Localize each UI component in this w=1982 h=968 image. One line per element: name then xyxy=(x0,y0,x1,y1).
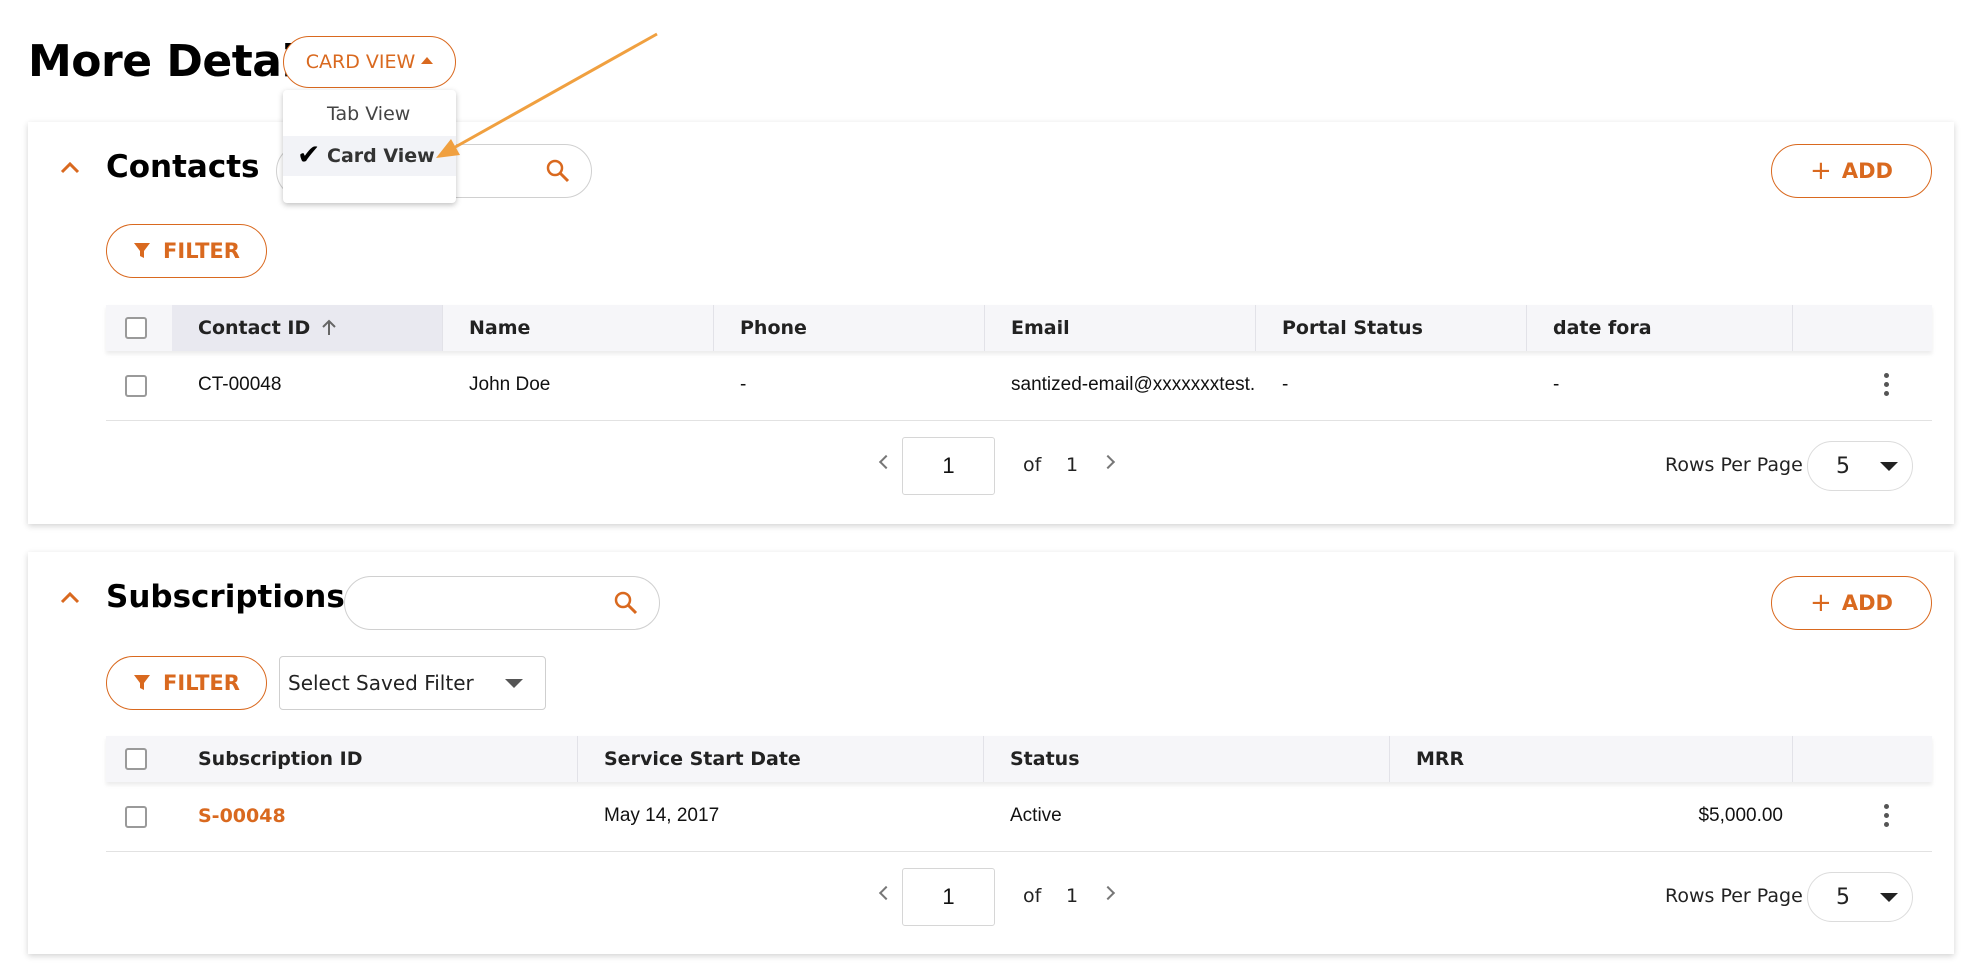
column-header-portal-status[interactable]: Portal Status xyxy=(1256,305,1527,351)
saved-filter-select[interactable]: Select Saved Filter xyxy=(279,656,546,710)
select-all-checkbox[interactable] xyxy=(125,748,147,770)
checkmark-icon: ✔ xyxy=(297,138,321,171)
column-header-date-fora[interactable]: date fora xyxy=(1527,305,1793,351)
column-header-email[interactable]: Email xyxy=(985,305,1256,351)
cell-mrr: $5,000.00 xyxy=(1698,805,1783,826)
cell-date-fora: - xyxy=(1553,374,1560,395)
contacts-filter-label: FILTER xyxy=(163,239,240,263)
view-toggle-label: CARD VIEW xyxy=(305,51,416,73)
table-row[interactable]: S-00048 May 14, 2017 Active $5,000.00 xyxy=(106,782,1932,852)
cell-status: Active xyxy=(1010,805,1062,826)
subscriptions-add-button[interactable]: + ADD xyxy=(1771,576,1932,630)
cell-contact-id: CT-00048 xyxy=(198,374,282,395)
contacts-add-label: ADD xyxy=(1841,159,1893,183)
column-header-status[interactable]: Status xyxy=(984,736,1390,782)
chevron-up-icon[interactable] xyxy=(58,156,82,180)
page-total: 1 xyxy=(1066,454,1079,476)
subscriptions-title: Subscriptions xyxy=(106,579,345,615)
cell-service-start-date: May 14, 2017 xyxy=(604,805,720,826)
subscriptions-table: Subscription ID Service Start Date Statu… xyxy=(106,736,1932,852)
column-header-subscription-id[interactable]: Subscription ID xyxy=(172,736,578,782)
row-checkbox[interactable] xyxy=(125,375,147,397)
subscriptions-add-label: ADD xyxy=(1841,591,1893,615)
cell-email: santized-email@xxxxxxxtest.com xyxy=(1011,374,1256,395)
select-all-checkbox[interactable] xyxy=(125,317,147,339)
table-row[interactable]: CT-00048 John Doe - santized-email@xxxxx… xyxy=(106,351,1932,421)
prev-page-icon[interactable] xyxy=(878,885,894,901)
search-icon[interactable] xyxy=(613,590,639,616)
contacts-table: Contact ID Name Phone Email Portal Statu… xyxy=(106,305,1932,421)
column-header-phone[interactable]: Phone xyxy=(714,305,985,351)
page-total: 1 xyxy=(1066,885,1079,907)
page-of-label: of xyxy=(1023,454,1042,476)
page-number-input[interactable]: 1 xyxy=(902,868,995,926)
view-dropdown-menu: Tab View ✔ Card View xyxy=(283,90,456,203)
contacts-pagination: 1 of 1 Rows Per Page 5 xyxy=(106,437,1932,497)
contacts-title: Contacts xyxy=(106,149,260,185)
contacts-filter-button[interactable]: FILTER xyxy=(106,224,267,278)
chevron-down-icon xyxy=(1880,462,1898,471)
column-header-mrr[interactable]: MRR xyxy=(1390,736,1793,782)
chevron-up-icon[interactable] xyxy=(58,586,82,610)
caret-up-icon xyxy=(421,57,434,64)
column-header-service-start-date[interactable]: Service Start Date xyxy=(578,736,984,782)
view-toggle-button[interactable]: CARD VIEW xyxy=(283,36,456,88)
column-header-contact-id[interactable]: Contact ID xyxy=(172,305,443,351)
page-of-label: of xyxy=(1023,885,1042,907)
rows-per-page-select[interactable]: 5 xyxy=(1807,441,1913,491)
filter-icon xyxy=(134,243,151,258)
prev-page-icon[interactable] xyxy=(878,454,894,470)
subscriptions-filter-button[interactable]: FILTER xyxy=(106,656,267,710)
page-number-input[interactable]: 1 xyxy=(902,437,995,495)
rows-per-page-label: Rows Per Page xyxy=(1665,454,1803,476)
cell-phone: - xyxy=(740,374,747,395)
row-more-icon[interactable] xyxy=(1883,373,1889,396)
menu-item-card-view[interactable]: ✔ Card View xyxy=(283,136,456,176)
table-header: Contact ID Name Phone Email Portal Statu… xyxy=(106,305,1932,351)
cell-subscription-id-link[interactable]: S-00048 xyxy=(172,782,578,850)
saved-filter-label: Select Saved Filter xyxy=(288,671,474,695)
plus-icon: + xyxy=(1810,156,1832,186)
plus-icon: + xyxy=(1810,588,1832,618)
contacts-add-button[interactable]: + ADD xyxy=(1771,144,1932,198)
next-page-icon[interactable] xyxy=(1100,885,1116,901)
rows-per-page-select[interactable]: 5 xyxy=(1807,872,1913,922)
subscriptions-search-input[interactable] xyxy=(344,576,660,630)
row-checkbox[interactable] xyxy=(125,806,147,828)
subscriptions-card: Subscriptions + ADD FILTER Select Saved … xyxy=(28,552,1954,954)
search-icon[interactable] xyxy=(545,158,571,184)
menu-item-tab-view[interactable]: Tab View xyxy=(283,94,456,134)
cell-portal-status: - xyxy=(1282,374,1289,395)
row-more-icon[interactable] xyxy=(1883,804,1889,827)
next-page-icon[interactable] xyxy=(1100,454,1116,470)
chevron-down-icon xyxy=(1880,893,1898,902)
table-header: Subscription ID Service Start Date Statu… xyxy=(106,736,1932,782)
cell-name: John Doe xyxy=(469,374,551,395)
subscriptions-pagination: 1 of 1 Rows Per Page 5 xyxy=(106,868,1932,928)
filter-icon xyxy=(134,675,151,690)
column-header-name[interactable]: Name xyxy=(443,305,714,351)
sort-ascending-icon[interactable] xyxy=(320,319,338,337)
subscriptions-filter-label: FILTER xyxy=(163,671,240,695)
chevron-down-icon xyxy=(505,679,523,688)
rows-per-page-label: Rows Per Page xyxy=(1665,885,1803,907)
